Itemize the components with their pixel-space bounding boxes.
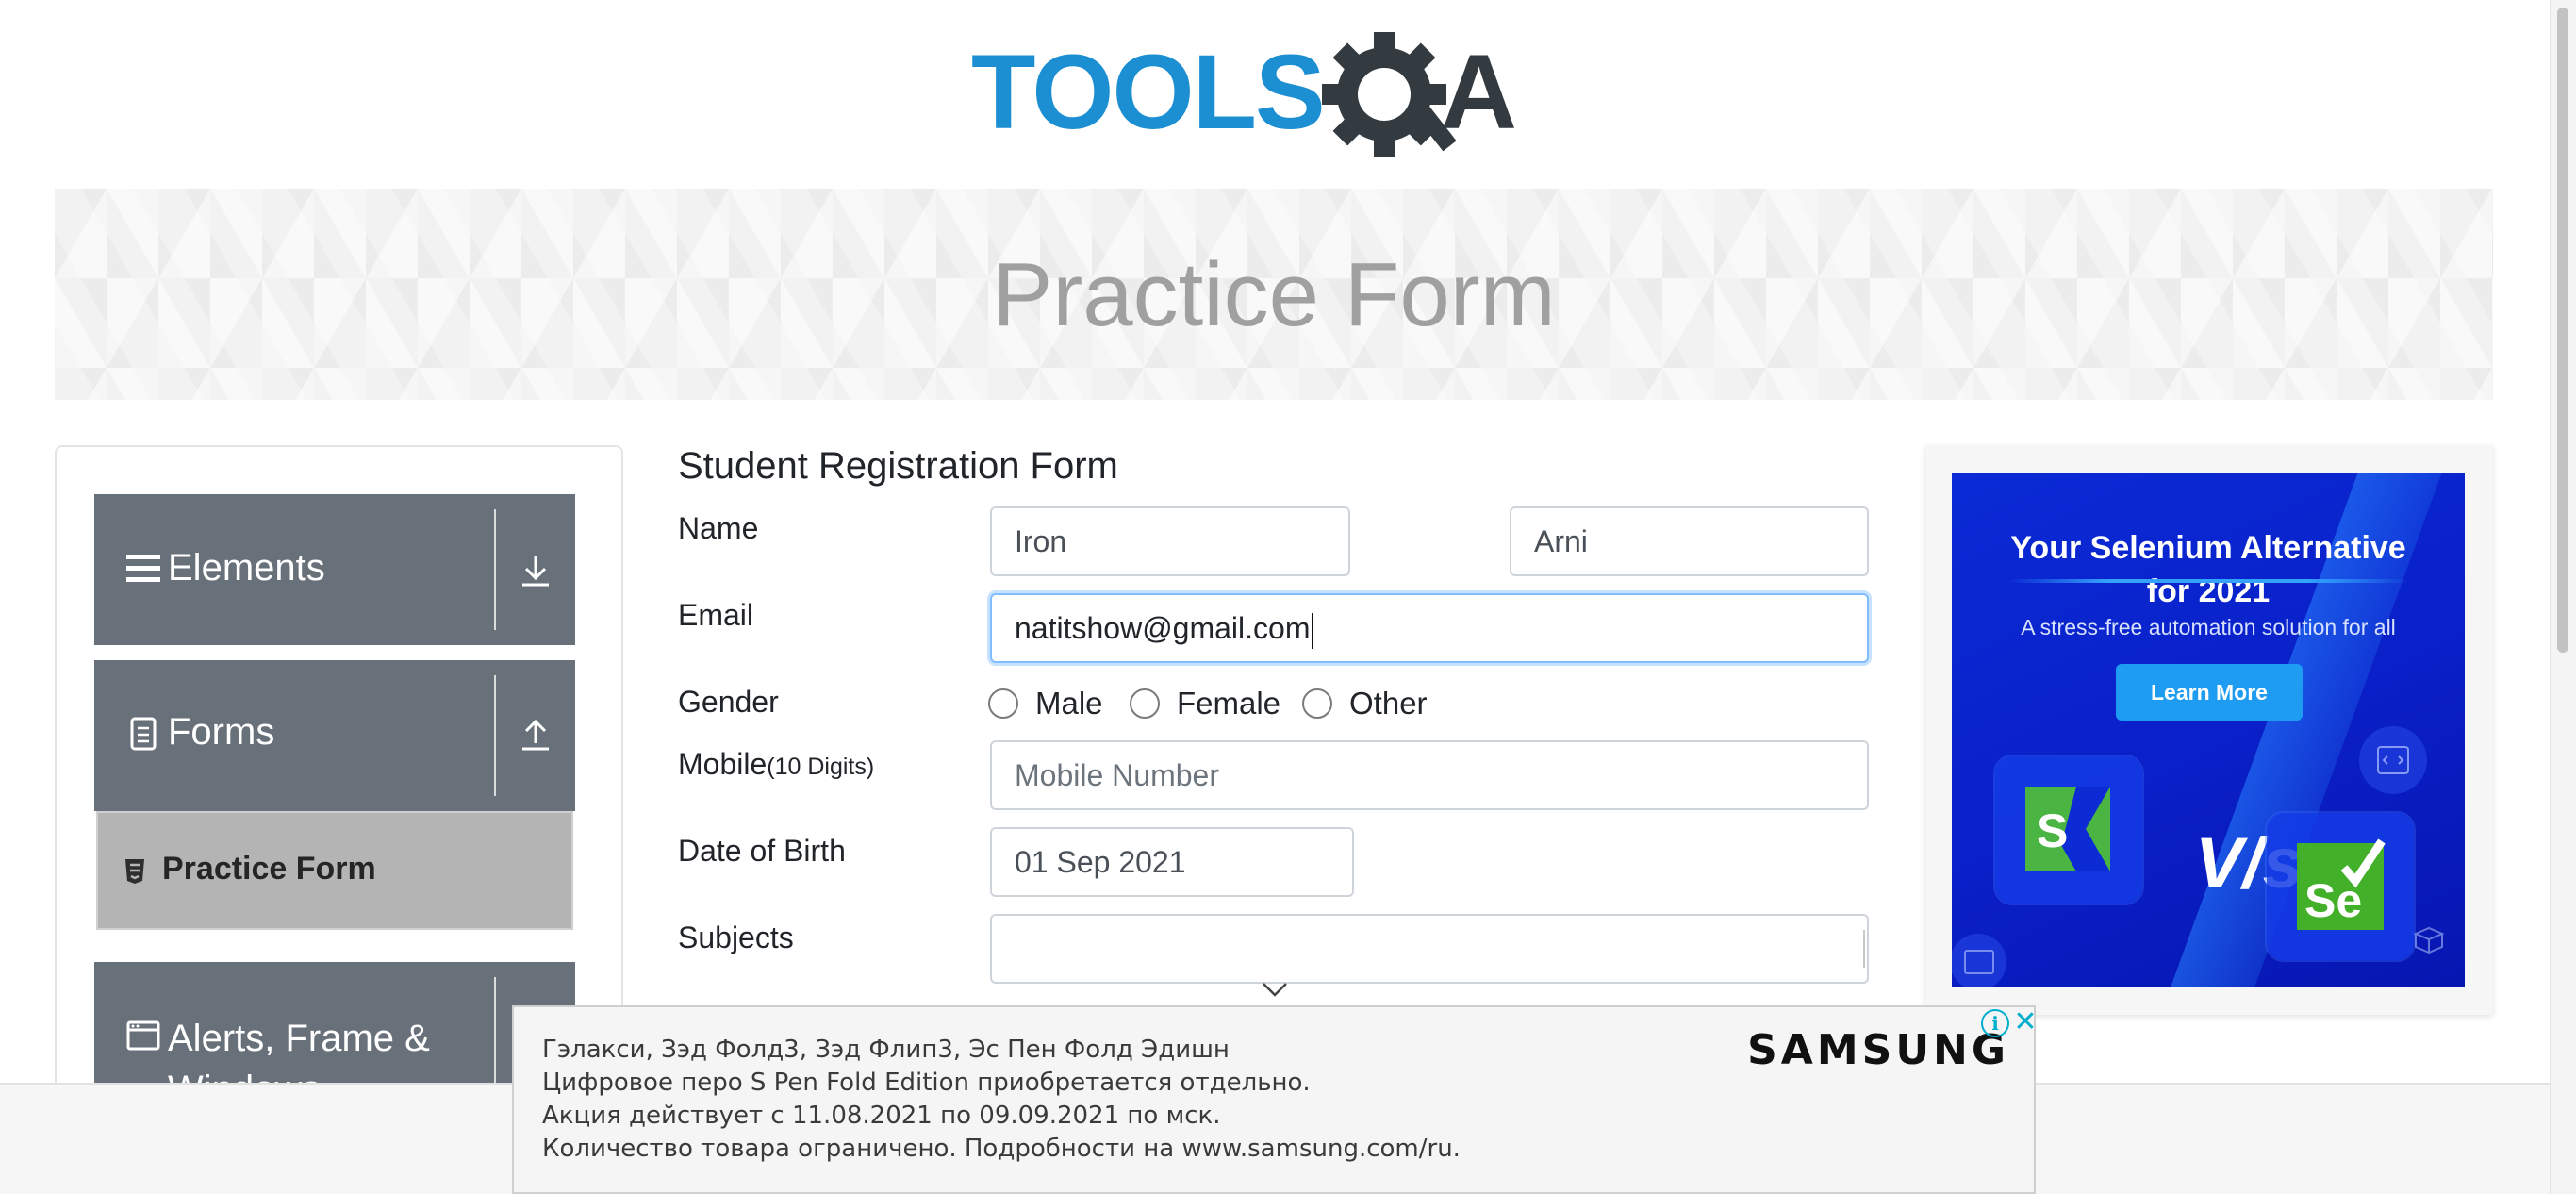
ad-text-line: Гэлакси, Зэд Фолд3, Зэд Флип3, Эс Пен Фо… bbox=[542, 1036, 1230, 1064]
mobile-label: Mobile(10 Digits) bbox=[678, 747, 874, 782]
gender-label: Gender bbox=[678, 685, 779, 719]
ad-info-icon[interactable]: i bbox=[1981, 1009, 2009, 1037]
svg-text:S: S bbox=[2037, 804, 2068, 857]
form-title: Student Registration Form bbox=[678, 445, 1118, 487]
sidebar-item-practice-form[interactable]: Practice Form bbox=[96, 811, 573, 930]
samsung-ad[interactable]: Гэлакси, Зэд Фолд3, Зэд Флип3, Эс Пен Фо… bbox=[512, 1005, 2038, 1194]
ad-text-line: Количество товара ограничено. Подробност… bbox=[542, 1135, 1461, 1163]
katalon-logo-icon: S bbox=[2025, 787, 2110, 871]
cube-icon bbox=[2413, 926, 2445, 954]
name-label: Name bbox=[678, 511, 759, 545]
toolsqa-logo[interactable]: TOOLS A bbox=[971, 25, 1584, 175]
selenium-alternative-ad[interactable]: Your Selenium Alternative for 2021 A str… bbox=[1952, 473, 2465, 987]
date-of-birth-input[interactable]: 01 Sep 2021 bbox=[990, 827, 1354, 897]
upload-arrow-icon[interactable] bbox=[517, 717, 554, 755]
radio-circle[interactable] bbox=[1130, 688, 1160, 719]
samsung-logo[interactable]: SAMSUNG bbox=[1747, 1026, 2009, 1074]
divider bbox=[494, 509, 496, 630]
gender-radio-female[interactable]: Female bbox=[1130, 685, 1280, 722]
gender-radio-male[interactable]: Male bbox=[988, 685, 1103, 722]
email-input[interactable]: natitshow@gmail.com bbox=[990, 593, 1869, 663]
sidebar-group-label-line1: Alerts, Frame & bbox=[168, 1018, 430, 1059]
gear-icon bbox=[1322, 32, 1457, 157]
ad-divider-line bbox=[2008, 579, 2408, 583]
mobile-input[interactable]: Mobile Number bbox=[990, 740, 1869, 810]
radio-circle[interactable] bbox=[1302, 688, 1332, 719]
divider bbox=[494, 675, 496, 796]
katalon-logo-tile: S bbox=[1995, 756, 2142, 904]
browser-icon bbox=[1952, 934, 2006, 987]
mobile-label-text: Mobile bbox=[678, 747, 768, 781]
text-caret bbox=[1312, 612, 1314, 649]
download-arrow-icon[interactable] bbox=[517, 553, 554, 590]
dob-label: Date of Birth bbox=[678, 834, 846, 868]
ad-headline: Your Selenium Alternative for 2021 bbox=[1952, 526, 2465, 613]
logo-a-text: A bbox=[1441, 33, 1517, 151]
code-icon bbox=[2359, 726, 2427, 794]
subjects-label: Subjects bbox=[678, 920, 794, 954]
mobile-hint: (10 Digits) bbox=[767, 754, 875, 780]
ad-headline-line1: Your Selenium Alternative bbox=[2010, 530, 2406, 566]
email-label: Email bbox=[678, 598, 754, 632]
radio-label[interactable]: Female bbox=[1177, 686, 1280, 721]
gender-radio-other[interactable]: Other bbox=[1302, 685, 1428, 722]
selenium-se-text: Se bbox=[2304, 874, 2362, 927]
selenium-logo-tile: Se bbox=[2267, 813, 2414, 960]
radio-circle[interactable] bbox=[988, 688, 1018, 719]
learn-more-button[interactable]: Learn More bbox=[2116, 664, 2303, 721]
page-title: Practice Form bbox=[992, 244, 1556, 345]
ad-text-line: Цифровое перо S Pen Fold Edition приобре… bbox=[542, 1069, 1311, 1097]
radio-label[interactable]: Male bbox=[1035, 686, 1103, 721]
sidebar-group-elements[interactable]: Elements bbox=[94, 494, 575, 645]
sidebar-group-label: Forms bbox=[168, 711, 275, 753]
page-banner: Practice Form bbox=[55, 189, 2493, 400]
window-icon bbox=[126, 1020, 160, 1051]
close-icon[interactable]: ✕ bbox=[2013, 1007, 2038, 1039]
logo-tools-text: TOOLS bbox=[971, 33, 1324, 151]
hamburger-icon bbox=[126, 555, 160, 582]
ad-subtitle: A stress-free automation solution for al… bbox=[2021, 615, 2396, 639]
document-icon bbox=[130, 717, 157, 751]
sidebar-group-label: Elements bbox=[168, 547, 325, 589]
email-input-value: natitshow@gmail.com bbox=[1015, 611, 1311, 645]
sidebar-group-forms[interactable]: Forms bbox=[94, 660, 575, 811]
last-name-input[interactable]: Arni bbox=[1510, 506, 1869, 576]
ad-text-line: Акция действует с 11.08.2021 по 09.09.20… bbox=[542, 1102, 1221, 1130]
first-name-input[interactable]: Iron bbox=[990, 506, 1350, 576]
sidebar-item-label: Practice Form bbox=[162, 851, 376, 887]
selenium-logo-icon: Se bbox=[2297, 838, 2386, 930]
chevron-down-icon[interactable] bbox=[1261, 981, 1289, 998]
radio-label[interactable]: Other bbox=[1349, 686, 1428, 721]
subjects-separator bbox=[1863, 930, 1865, 968]
scrollbar-thumb[interactable] bbox=[2557, 8, 2568, 653]
html5-icon bbox=[125, 859, 144, 884]
subjects-input[interactable] bbox=[990, 914, 1869, 984]
